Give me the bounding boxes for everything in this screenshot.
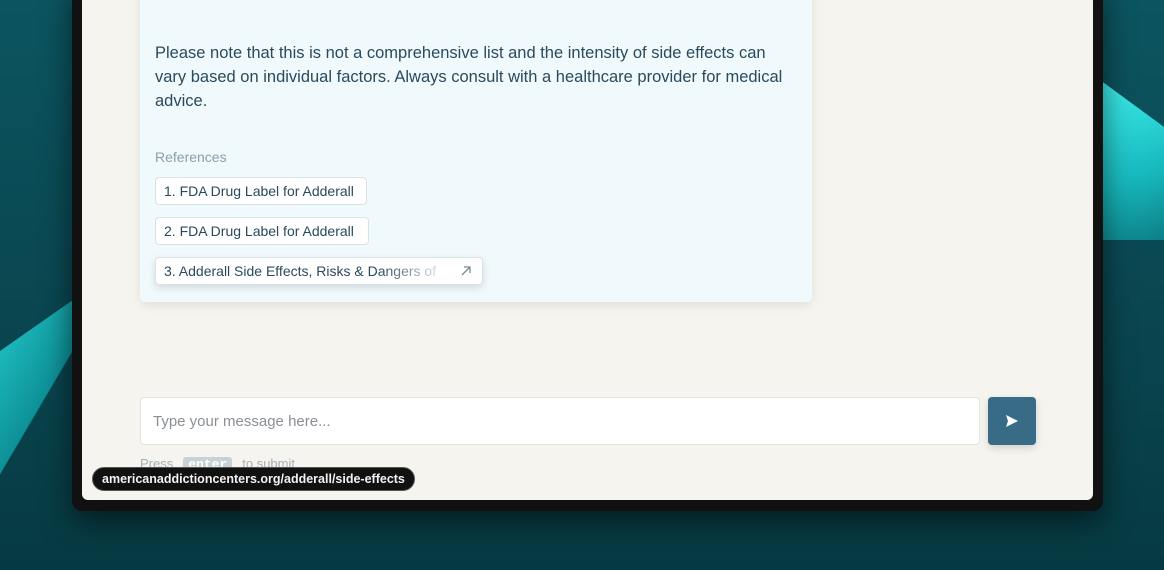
answer-paragraph: Please note that this is not a comprehen…: [155, 44, 783, 110]
references-heading: References: [155, 149, 227, 165]
reference-link-3[interactable]: 3. Adderall Side Effects, Risks & Danger…: [155, 257, 483, 285]
send-button[interactable]: [988, 397, 1036, 445]
reference-link-2[interactable]: 2. FDA Drug Label for Adderall: [155, 217, 369, 245]
send-icon: [1006, 415, 1018, 427]
link-url-tooltip: americanaddictioncenters.org/adderall/si…: [92, 467, 415, 491]
external-link-icon: [461, 266, 471, 276]
reference-link-3-label: 3. Adderall Side Effects, Risks & Danger…: [164, 263, 437, 279]
reference-link-1[interactable]: 1. FDA Drug Label for Adderall: [155, 177, 367, 205]
desktop-wallpaper-accent-right: [1100, 80, 1164, 240]
message-input[interactable]: [140, 397, 980, 445]
chat-window: Please note that this is not a comprehen…: [82, 0, 1093, 500]
assistant-answer-card: Please note that this is not a comprehen…: [140, 0, 812, 302]
